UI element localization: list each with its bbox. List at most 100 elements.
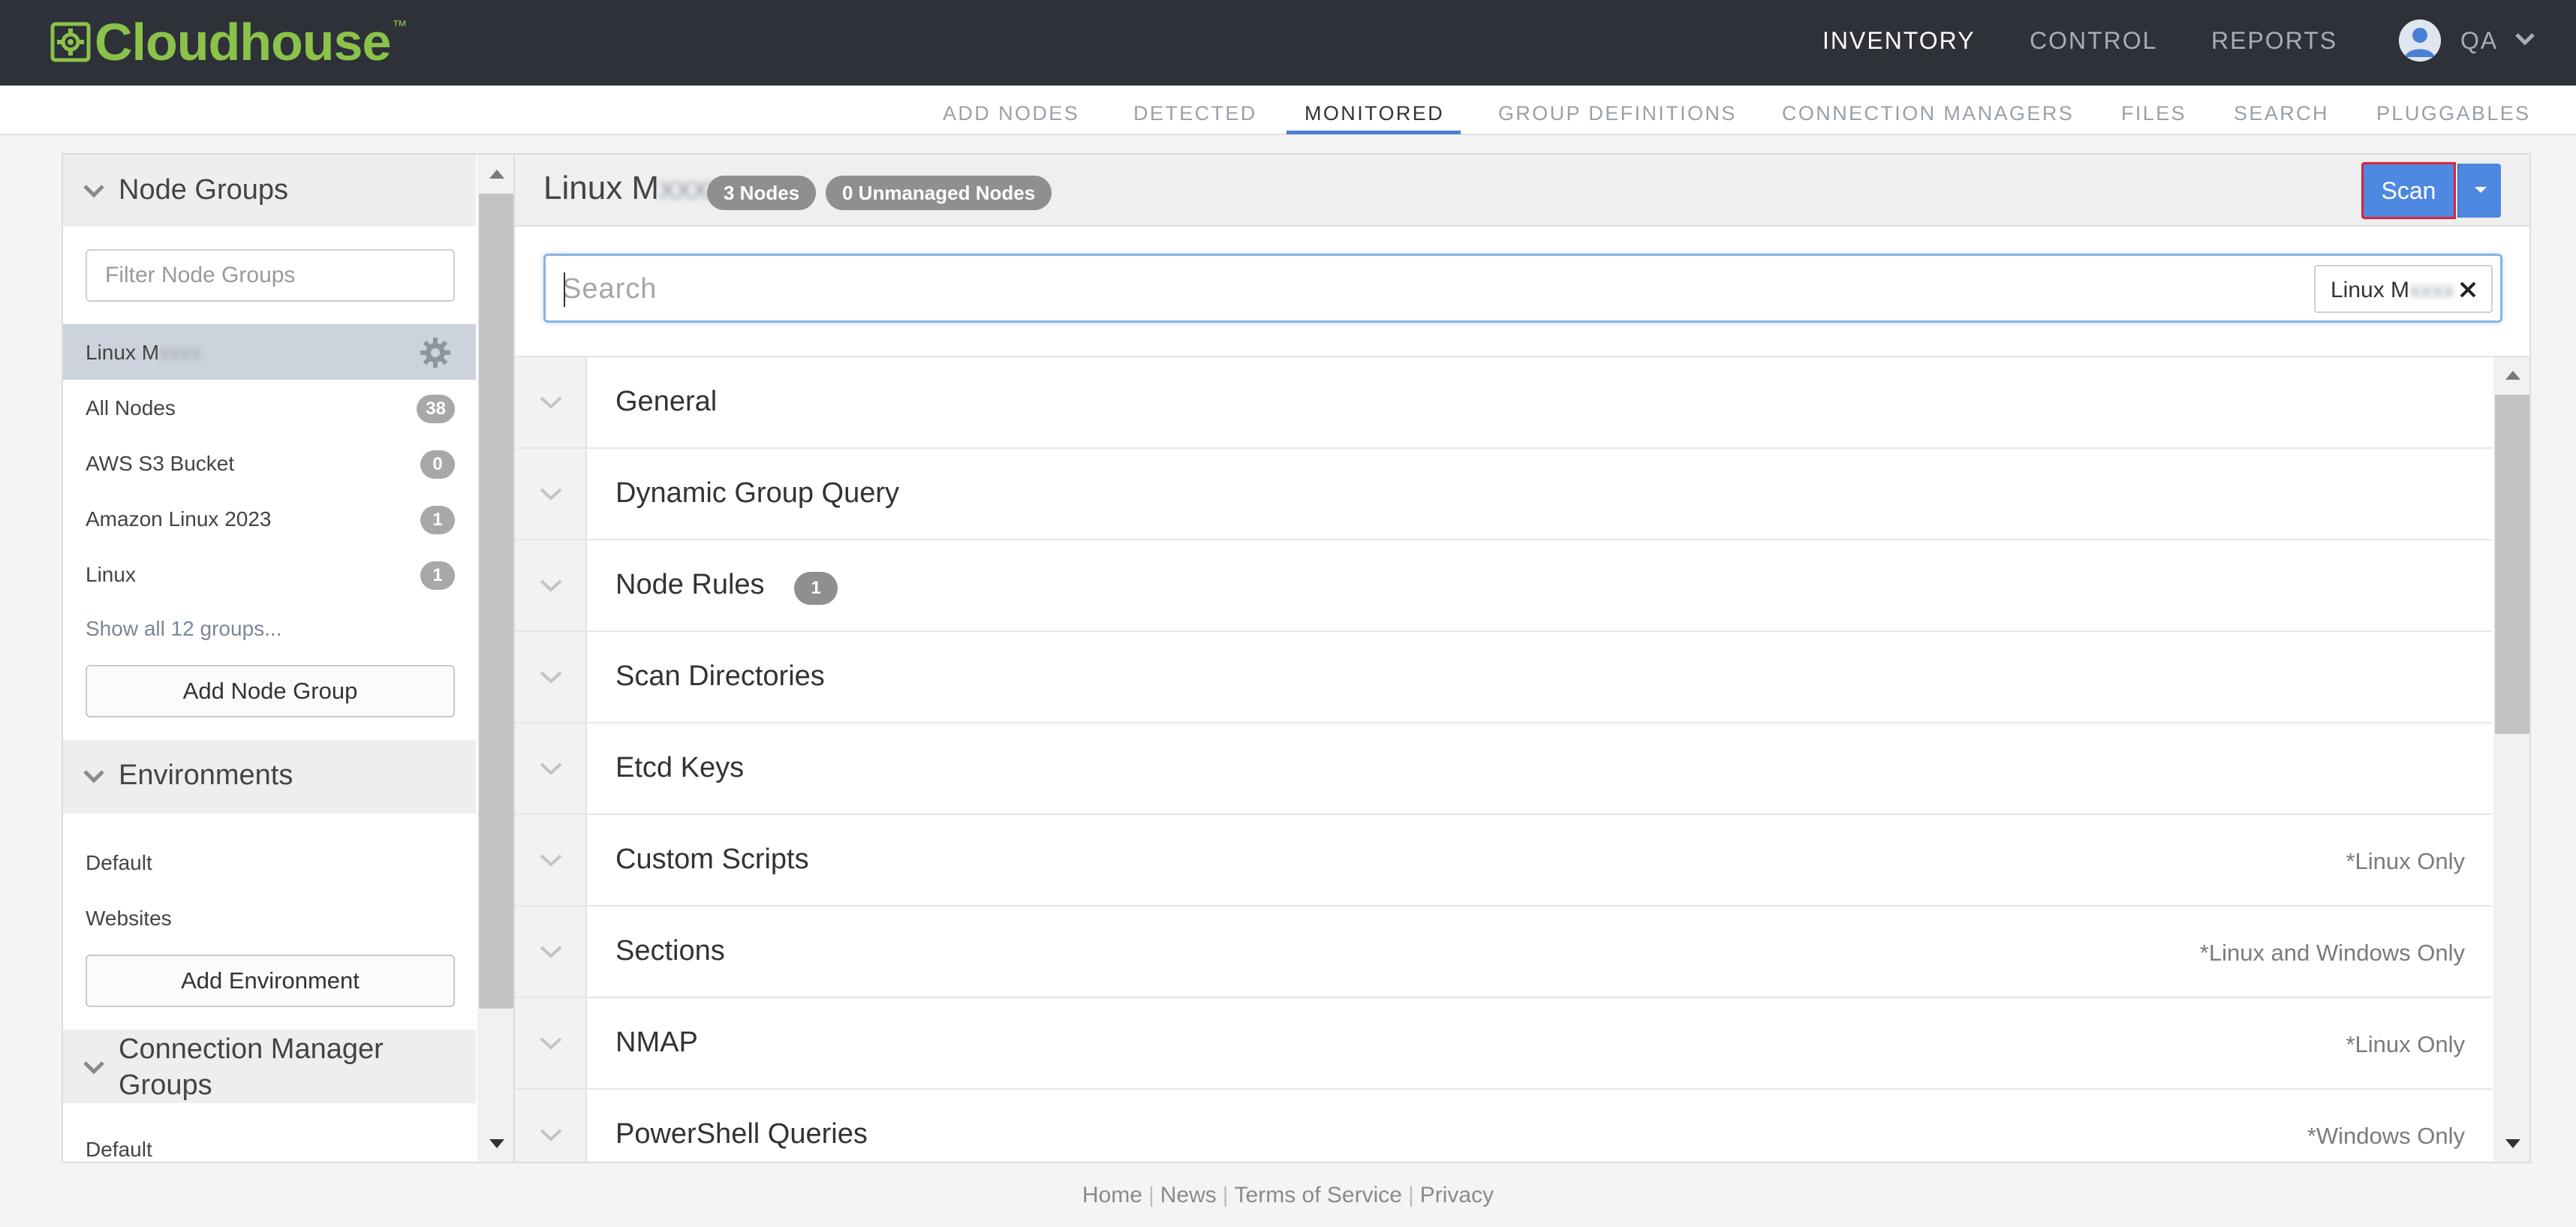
node-group-item[interactable]: All Nodes 38 xyxy=(63,380,476,435)
section-expand-toggle[interactable] xyxy=(515,449,587,539)
node-group-item[interactable]: Amazon Linux 2023 1 xyxy=(63,491,476,546)
show-all-groups-link[interactable]: Show all 12 groups... xyxy=(86,617,282,641)
node-group-label: AWS S3 Bucket xyxy=(86,452,235,475)
section-row-etcd-keys[interactable]: Etcd Keys xyxy=(515,723,2492,815)
user-avatar-icon[interactable] xyxy=(2399,20,2441,62)
section-title: PowerShell Queries xyxy=(615,1118,868,1150)
node-group-selected-text: Linux M xyxy=(86,341,160,364)
chevron-down-icon[interactable] xyxy=(2514,32,2535,47)
nodes-count-pill: 3 Nodes xyxy=(707,176,817,210)
scroll-down-arrow-icon[interactable] xyxy=(2504,1138,2522,1150)
chevron-down-icon[interactable] xyxy=(83,1060,105,1075)
scroll-up-arrow-icon[interactable] xyxy=(2504,369,2522,381)
connection-manager-groups-heading: Connection Manager Groups xyxy=(119,1031,384,1103)
group-header: Linux Mxxxx 3 Nodes 0 Unmanaged Nodes Sc… xyxy=(515,155,2529,227)
add-environment-button[interactable]: Add Environment xyxy=(86,955,455,1007)
environments-heading: Environments xyxy=(119,759,293,791)
brand-trademark: ™ xyxy=(392,18,408,35)
environments-header[interactable]: Environments xyxy=(63,740,476,813)
nav-inventory[interactable]: INVENTORY xyxy=(1822,27,1976,55)
environment-item[interactable]: Default xyxy=(86,851,152,875)
brand-logo[interactable]: Cloudhouse ™ xyxy=(50,12,407,72)
scroll-up-arrow-icon[interactable] xyxy=(488,168,506,180)
main-panel: Linux Mxxxx 3 Nodes 0 Unmanaged Nodes Sc… xyxy=(513,153,2531,1163)
user-menu-label[interactable]: QA xyxy=(2460,27,2498,55)
subnav-search[interactable]: SEARCH xyxy=(2234,102,2329,125)
section-platform-note: *Linux Only xyxy=(2346,848,2465,874)
section-row-nmap[interactable]: NMAP *Linux Only xyxy=(515,998,2492,1090)
node-groups-header[interactable]: Node Groups xyxy=(63,155,476,227)
group-filter-chip: Linux Mxxxx xyxy=(2314,265,2493,313)
section-expand-toggle[interactable] xyxy=(515,357,587,447)
chevron-down-icon xyxy=(540,946,562,958)
footer-link-privacy[interactable]: Privacy xyxy=(1420,1183,1494,1207)
section-row-dynamic-group-query[interactable]: Dynamic Group Query xyxy=(515,449,2492,540)
subnav-pluggables[interactable]: PLUGGABLES xyxy=(2376,102,2531,125)
section-expand-toggle[interactable] xyxy=(515,723,587,813)
connection-manager-group-item[interactable]: Default xyxy=(86,1138,152,1162)
footer-link-home[interactable]: Home xyxy=(1082,1183,1142,1207)
section-row-sections[interactable]: Sections *Linux and Windows Only xyxy=(515,907,2492,998)
section-expand-toggle[interactable] xyxy=(515,907,587,997)
node-count-badge: 1 xyxy=(420,506,455,534)
search-bar[interactable]: Linux Mxxxx xyxy=(543,254,2502,323)
section-expand-toggle[interactable] xyxy=(515,1090,587,1162)
node-group-selected[interactable]: Linux Mxxxx xyxy=(63,324,476,380)
chevron-down-icon xyxy=(540,1129,562,1141)
sidebar-scrollbar-thumb[interactable] xyxy=(479,194,513,1009)
section-expand-toggle[interactable] xyxy=(515,540,587,630)
text-cursor xyxy=(564,272,565,307)
section-row-custom-scripts[interactable]: Custom Scripts *Linux Only xyxy=(515,815,2492,907)
node-groups-heading: Node Groups xyxy=(119,174,289,206)
section-row-powershell-queries[interactable]: PowerShell Queries *Windows Only xyxy=(515,1090,2492,1162)
node-count-badge: 38 xyxy=(417,395,455,423)
chevron-down-icon[interactable] xyxy=(83,183,105,198)
node-group-label: Linux xyxy=(86,563,136,586)
chevron-down-icon[interactable] xyxy=(83,768,105,783)
nav-control[interactable]: CONTROL xyxy=(2030,27,2157,55)
search-input[interactable] xyxy=(562,265,2138,313)
connection-manager-groups-header[interactable]: Connection Manager Groups xyxy=(63,1030,476,1103)
add-node-group-button[interactable]: Add Node Group xyxy=(86,665,455,717)
section-expand-toggle[interactable] xyxy=(515,632,587,722)
section-expand-toggle[interactable] xyxy=(515,998,587,1088)
section-row-scan-directories[interactable]: Scan Directories xyxy=(515,632,2492,723)
subnav-group-definitions[interactable]: GROUP DEFINITIONS xyxy=(1498,102,1737,125)
section-title: Custom Scripts xyxy=(615,844,809,875)
group-title-text: Linux M xyxy=(543,170,660,206)
section-title: Scan Directories xyxy=(615,660,825,692)
section-row-node-rules[interactable]: Node Rules 1 xyxy=(515,540,2492,632)
subnav-monitored[interactable]: MONITORED xyxy=(1305,102,1444,125)
node-group-item[interactable]: Linux 1 xyxy=(63,546,476,602)
section-title: Sections xyxy=(615,935,725,967)
section-title: Etcd Keys xyxy=(615,752,745,783)
scan-button[interactable]: Scan xyxy=(2361,162,2456,219)
gear-icon[interactable] xyxy=(419,336,452,369)
footer-link-terms[interactable]: Terms of Service xyxy=(1235,1183,1402,1207)
subnav-files[interactable]: FILES xyxy=(2121,102,2186,125)
node-group-item[interactable]: AWS S3 Bucket 0 xyxy=(63,435,476,491)
footer-link-news[interactable]: News xyxy=(1160,1183,1217,1207)
brand-name: Cloudhouse xyxy=(95,13,391,71)
close-icon[interactable] xyxy=(2457,278,2479,301)
subnav-connection-managers[interactable]: CONNECTION MANAGERS xyxy=(1782,102,2074,125)
nav-reports[interactable]: REPORTS xyxy=(2211,27,2337,55)
section-expand-toggle[interactable] xyxy=(515,815,587,905)
group-title: Linux Mxxxx xyxy=(543,170,725,207)
scan-options-dropdown[interactable] xyxy=(2457,164,2501,218)
filter-node-groups-input[interactable] xyxy=(86,249,455,302)
caret-down-icon xyxy=(2475,187,2487,193)
chevron-down-icon xyxy=(540,488,562,501)
sidebar: Node Groups Linux Mxxxx All Nodes 38 xyxy=(62,153,515,1163)
scroll-down-arrow-icon[interactable] xyxy=(488,1138,506,1150)
sections-list: General Dynamic Group Query Node Rules 1… xyxy=(515,356,2529,1162)
heading-line-2: Groups xyxy=(119,1069,212,1101)
section-row-general[interactable]: General xyxy=(515,357,2492,449)
main-scrollbar-thumb[interactable] xyxy=(2495,395,2529,734)
node-count-badge: 1 xyxy=(420,561,455,590)
subnav-detected[interactable]: DETECTED xyxy=(1133,102,1257,125)
subnav-add-nodes[interactable]: ADD NODES xyxy=(943,102,1079,125)
heading-line-1: Connection Manager xyxy=(119,1033,384,1065)
chevron-down-icon xyxy=(540,396,562,409)
environment-item[interactable]: Websites xyxy=(86,907,172,931)
